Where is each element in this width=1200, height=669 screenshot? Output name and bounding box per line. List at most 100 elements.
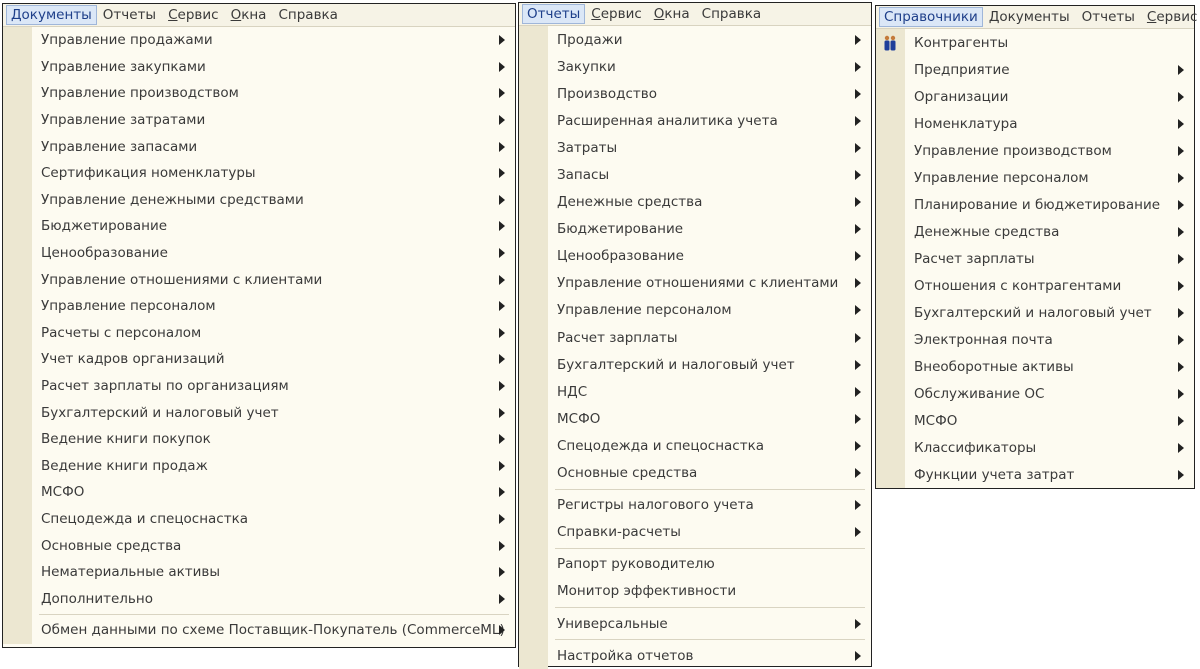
menu-item-отношения-с-контрагентами[interactable]: Отношения с контрагентами — [876, 272, 1194, 299]
menubar-item-документы[interactable]: Документы — [6, 5, 97, 25]
menubar-item-сервис[interactable]: Сервис — [585, 4, 647, 24]
menu-item-управление-персоналом[interactable]: Управление персоналом — [519, 297, 871, 324]
menu-item-электронная-почта[interactable]: Электронная почта — [876, 326, 1194, 353]
menu-item-спецодежда-и-спецоснастка[interactable]: Спецодежда и спецоснастка — [3, 506, 515, 533]
menu-item-организации[interactable]: Организации — [876, 83, 1194, 110]
menu-item-мсфо[interactable]: МСФО — [3, 479, 515, 506]
menubar-item-окна[interactable]: Окна — [225, 5, 273, 25]
menubar-item-сервис[interactable]: Сервис — [162, 5, 224, 25]
menu-item-label: Бухгалтерский и налоговый учет — [914, 304, 1152, 321]
menu-item-планирование-и-бюджетирование[interactable]: Планирование и бюджетирование — [876, 191, 1194, 218]
menu-item-управление-продажами[interactable]: Управление продажами — [3, 27, 515, 54]
menu-item-спецодежда-и-спецоснастка[interactable]: Спецодежда и спецоснастка — [519, 432, 871, 459]
menu-item-учет-кадров-организаций[interactable]: Учет кадров организаций — [3, 346, 515, 373]
submenu-arrow-icon — [499, 274, 505, 285]
menu-item-обслуживание-ос[interactable]: Обслуживание ОС — [876, 380, 1194, 407]
menu-item-label: Расчеты с персоналом — [41, 324, 202, 341]
menu-item-ценообразование[interactable]: Ценообразование — [3, 240, 515, 267]
menubar-item-справка[interactable]: Справка — [272, 5, 343, 25]
menu-item-расчет-зарплаты[interactable]: Расчет зарплаты — [519, 324, 871, 351]
menu-item-денежные-средства[interactable]: Денежные средства — [519, 189, 871, 216]
menu-item-справки-расчеты[interactable]: Справки-расчеты — [519, 519, 871, 546]
menu-item-label: Закупки — [557, 58, 616, 75]
menu-item-управление-денежными-средствами[interactable]: Управление денежными средствами — [3, 187, 515, 214]
submenu-arrow-icon — [1178, 199, 1184, 210]
menu-item-контрагенты[interactable]: Контрагенты — [876, 29, 1194, 56]
menu-item-номенклатура[interactable]: Номенклатура — [876, 110, 1194, 137]
menu-item-бухгалтерский-и-налоговый-учет[interactable]: Бухгалтерский и налоговый учет — [3, 399, 515, 426]
menu-item-основные-средства[interactable]: Основные средства — [3, 532, 515, 559]
menu-item-запасы[interactable]: Запасы — [519, 161, 871, 188]
menu-item-мсфо[interactable]: МСФО — [519, 405, 871, 432]
submenu-arrow-icon — [1178, 226, 1184, 237]
menu-item-мсфо[interactable]: МСФО — [876, 407, 1194, 434]
menu-item-label: Настройка отчетов — [557, 647, 694, 664]
menubar-item-отчеты[interactable]: Отчеты — [522, 4, 586, 24]
menubar-item-отчеты[interactable]: Отчеты — [97, 5, 162, 25]
menubar-item-документы[interactable]: Документы — [983, 7, 1076, 27]
menu-item-расчеты-с-персоналом[interactable]: Расчеты с персоналом — [3, 320, 515, 347]
people-icon — [884, 35, 896, 50]
menu-item-рапорт-руководителю[interactable]: Рапорт руководителю — [519, 551, 871, 578]
menu-item-предприятие[interactable]: Предприятие — [876, 56, 1194, 83]
menu-item-бюджетирование[interactable]: Бюджетирование — [519, 216, 871, 243]
menu-item-внеоборотные-активы[interactable]: Внеоборотные активы — [876, 353, 1194, 380]
menu-item-управление-закупками[interactable]: Управление закупками — [3, 54, 515, 81]
menu-item-управление-производством[interactable]: Управление производством — [3, 80, 515, 107]
menubar-item-отчеты[interactable]: Отчеты — [1076, 7, 1141, 27]
menu-item-расширенная-аналитика-учета[interactable]: Расширенная аналитика учета — [519, 107, 871, 134]
menu-item-label: НДС — [557, 383, 588, 400]
menu-item-расчет-зарплаты-по-организациям[interactable]: Расчет зарплаты по организациям — [3, 373, 515, 400]
menu-item-label: Затраты — [557, 139, 618, 156]
menubar-item-окна[interactable]: Окна — [648, 4, 696, 24]
menu-item-управление-производством[interactable]: Управление производством — [876, 137, 1194, 164]
menu-item-основные-средства[interactable]: Основные средства — [519, 460, 871, 487]
menu-item-label: Основные средства — [557, 465, 698, 482]
menu-item-функции-учета-затрат[interactable]: Функции учета затрат — [876, 461, 1194, 488]
menu-item-ценообразование[interactable]: Ценообразование — [519, 243, 871, 270]
submenu-arrow-icon — [855, 142, 861, 153]
menubar-item-сервис[interactable]: Сервис — [1141, 7, 1200, 27]
dropdown-menu: Продажи Закупки Производство Расширенная ан… — [519, 26, 871, 669]
menu-item-обмен-данными-по-схеме-поставщик-покупатель-commerceml[interactable]: Обмен данными по схеме Поставщик-Покупат… — [3, 617, 515, 644]
menu-bar: Справочники Документы Отчеты Сервис — [876, 6, 1197, 29]
submenu-arrow-icon — [499, 115, 505, 126]
menu-item-label: Ведение книги покупок — [41, 431, 211, 448]
menu-item-затраты[interactable]: Затраты — [519, 134, 871, 161]
menu-item-регистры-налогового-учета[interactable]: Регистры налогового учета — [519, 492, 871, 519]
submenu-arrow-icon — [1178, 172, 1184, 183]
menu-item-бухгалтерский-и-налоговый-учет[interactable]: Бухгалтерский и налоговый учет — [519, 351, 871, 378]
menu-item-продажи[interactable]: Продажи — [519, 26, 871, 53]
submenu-arrow-icon — [499, 248, 505, 259]
menu-item-управление-запасами[interactable]: Управление запасами — [3, 133, 515, 160]
submenu-arrow-icon — [1178, 334, 1184, 345]
menu-item-управление-персоналом[interactable]: Управление персоналом — [3, 293, 515, 320]
menu-item-нематериальные-активы[interactable]: Нематериальные активы — [3, 559, 515, 586]
menubar-item-справка[interactable]: Справка — [696, 4, 767, 24]
menu-item-классификаторы[interactable]: Классификаторы — [876, 434, 1194, 461]
menu-item-закупки[interactable]: Закупки — [519, 53, 871, 80]
menu-item-производство[interactable]: Производство — [519, 80, 871, 107]
menu-item-label: Рапорт руководителю — [557, 556, 715, 573]
menu-item-монитор-эффективности[interactable]: Монитор эффективности — [519, 578, 871, 605]
menu-item-бухгалтерский-и-налоговый-учет[interactable]: Бухгалтерский и налоговый учет — [876, 299, 1194, 326]
menu-item-денежные-средства[interactable]: Денежные средства — [876, 218, 1194, 245]
menubar-item-справочники[interactable]: Справочники — [879, 7, 983, 27]
menu-item-расчет-зарплаты[interactable]: Расчет зарплаты — [876, 245, 1194, 272]
menu-item-управление-отношениями-с-клиентами[interactable]: Управление отношениями с клиентами — [519, 270, 871, 297]
menu-item-ведение-книги-покупок[interactable]: Ведение книги покупок — [3, 426, 515, 453]
menu-item-label: Номенклатура — [914, 115, 1018, 132]
submenu-arrow-icon — [855, 61, 861, 72]
menu-item-сертификация-номенклатуры[interactable]: Сертификация номенклатуры — [3, 160, 515, 187]
menu-item-управление-затратами[interactable]: Управление затратами — [3, 107, 515, 134]
menu-item-универсальные[interactable]: Универсальные — [519, 610, 871, 637]
menu-item-дополнительно[interactable]: Дополнительно — [3, 585, 515, 612]
menu-item-ндс[interactable]: НДС — [519, 378, 871, 405]
menu-item-label: Бюджетирование — [41, 218, 168, 235]
menu-item-настройка-отчетов[interactable]: Настройка отчетов — [519, 642, 871, 669]
submenu-arrow-icon — [855, 332, 861, 343]
menu-item-ведение-книги-продаж[interactable]: Ведение книги продаж — [3, 453, 515, 480]
menu-item-управление-персоналом[interactable]: Управление персоналом — [876, 164, 1194, 191]
menu-item-бюджетирование[interactable]: Бюджетирование — [3, 213, 515, 240]
menu-item-управление-отношениями-с-клиентами[interactable]: Управление отношениями с клиентами — [3, 266, 515, 293]
